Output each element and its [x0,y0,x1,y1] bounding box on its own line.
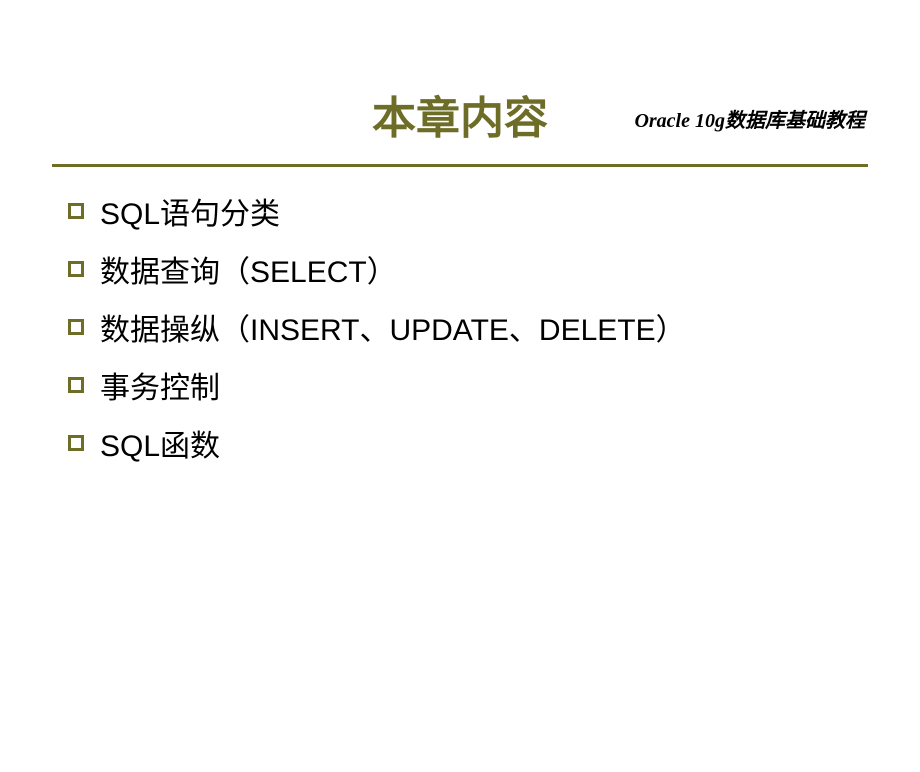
list-item: SQL函数 [68,421,920,465]
list-item-text: 数据操纵（INSERT、UPDATE、DELETE） [100,305,686,349]
content-list: SQL语句分类 数据查询（SELECT） 数据操纵（INSERT、UPDATE、… [68,189,920,465]
title-divider [52,164,868,167]
list-item: SQL语句分类 [68,189,920,233]
list-item-text: SQL语句分类 [100,189,280,233]
list-item-text: 数据查询（SELECT） [100,247,397,291]
list-item: 事务控制 [68,363,920,407]
list-item: 数据操纵（INSERT、UPDATE、DELETE） [68,305,920,349]
header-text: Oracle 10g数据库基础教程 [634,104,865,133]
square-bullet-icon [68,377,84,393]
list-item-text: 事务控制 [100,363,220,407]
square-bullet-icon [68,319,84,335]
square-bullet-icon [68,203,84,219]
square-bullet-icon [68,261,84,277]
square-bullet-icon [68,435,84,451]
list-item: 数据查询（SELECT） [68,247,920,291]
list-item-text: SQL函数 [100,421,220,465]
